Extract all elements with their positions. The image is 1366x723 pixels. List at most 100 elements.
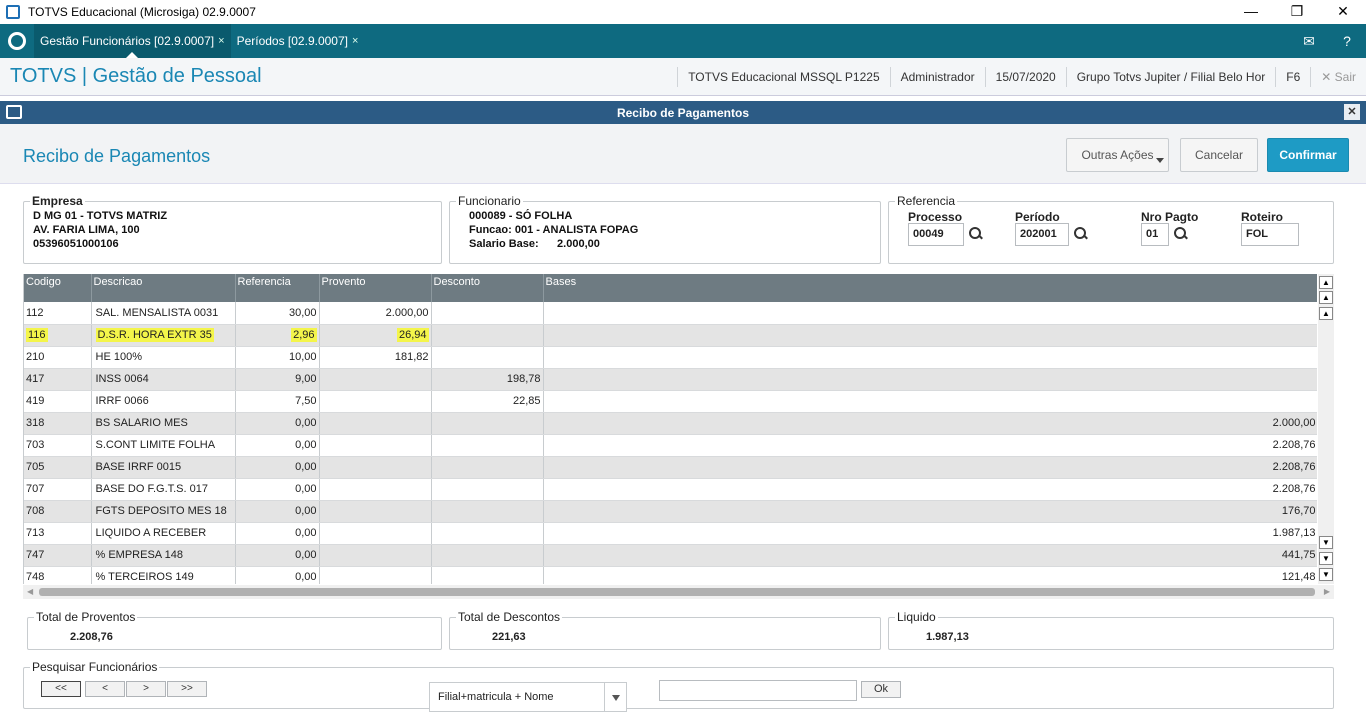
cell-referencia: 10,00	[235, 346, 320, 369]
table-row[interactable]: 713 LIQUIDO A RECEBER 0,00 1.987,13	[24, 522, 1317, 545]
chevron-down-icon[interactable]	[604, 683, 626, 711]
exit-button[interactable]: ✕ Sair	[1310, 67, 1366, 87]
search-input[interactable]	[659, 680, 857, 701]
cell-descricao: SAL. MENSALISTA 0031	[91, 302, 236, 325]
dialog-window-icon	[6, 105, 22, 119]
cell-bases: 1.987,13	[543, 522, 1317, 545]
col-desconto[interactable]: Desconto	[431, 274, 544, 302]
tab-close-icon[interactable]: ×	[352, 35, 358, 47]
col-referencia[interactable]: Referencia	[235, 274, 320, 302]
cell-desconto	[431, 412, 544, 435]
shortcut-f6[interactable]: F6	[1275, 67, 1310, 87]
confirm-button[interactable]: Confirmar	[1267, 138, 1349, 172]
processo-label: Processo	[908, 210, 963, 224]
nropagto-field[interactable]: 01	[1141, 223, 1169, 246]
total-descontos-label: Total de Descontos	[456, 610, 563, 624]
table-row[interactable]: 419 IRRF 0066 7,50 22,85	[24, 390, 1317, 413]
cancel-button[interactable]: Cancelar	[1180, 138, 1258, 172]
cell-codigo: 748	[24, 566, 92, 584]
table-row[interactable]: 417 INSS 0064 9,00 198,78	[24, 368, 1317, 391]
scroll-thumb[interactable]	[39, 588, 1315, 596]
col-bases[interactable]: Bases	[543, 274, 1317, 302]
table-row[interactable]: 112 SAL. MENSALISTA 0031 30,00 2.000,00	[24, 302, 1317, 325]
cell-desconto	[431, 500, 544, 523]
search-order-select[interactable]: Filial+matricula + Nome	[429, 682, 627, 712]
cell-provento	[319, 478, 432, 501]
table-row[interactable]: 747 % EMPRESA 148 0,00 441,75	[24, 544, 1317, 567]
col-codigo[interactable]: Codigo	[24, 274, 92, 302]
cell-codigo: 713	[24, 522, 92, 545]
branch-info: Grupo Totvs Jupiter / Filial Belo Hor	[1065, 67, 1276, 87]
cell-codigo: 112	[24, 302, 92, 325]
cell-codigo: 419	[24, 390, 92, 413]
app-icon	[6, 5, 20, 19]
search-icon[interactable]	[1174, 227, 1188, 241]
scroll-down-icon[interactable]: ▼	[1319, 536, 1333, 549]
scroll-right-icon[interactable]: ▶	[1324, 587, 1330, 596]
payroll-grid[interactable]: Codigo Descricao Referencia Provento Des…	[23, 274, 1317, 584]
scroll-page-up-icon[interactable]: ▲	[1319, 291, 1333, 304]
outras-acoes-button[interactable]: Outras Ações	[1066, 138, 1169, 172]
cell-referencia: 0,00	[235, 434, 320, 457]
chevron-down-icon	[1156, 158, 1164, 163]
last-record-button[interactable]: >>	[167, 681, 207, 697]
scroll-top-icon[interactable]: ▲	[1319, 276, 1333, 289]
table-row[interactable]: 318 BS SALARIO MES 0,00 2.000,00	[24, 412, 1317, 435]
cell-codigo: 705	[24, 456, 92, 479]
cell-desconto	[431, 456, 544, 479]
cell-provento	[319, 456, 432, 479]
scroll-up-icon[interactable]: ▲	[1319, 307, 1333, 320]
search-icon[interactable]	[969, 227, 983, 241]
highlight-descricao: D.S.R. HORA EXTR 35	[95, 328, 214, 342]
processo-field[interactable]: 00049	[908, 223, 964, 246]
col-descricao[interactable]: Descricao	[91, 274, 236, 302]
help-icon[interactable]: ?	[1328, 24, 1366, 58]
scroll-page-down-icon[interactable]: ▼	[1319, 552, 1333, 565]
scroll-bottom-icon[interactable]: ▼	[1319, 568, 1333, 581]
ok-button[interactable]: Ok	[861, 681, 901, 698]
restore-button[interactable]: ❐	[1274, 0, 1320, 24]
table-row[interactable]: 116 D.S.R. HORA EXTR 35 2,96 26,94	[24, 324, 1317, 347]
funcionario-line3: Salario Base: 2.000,00	[469, 238, 600, 250]
next-record-button[interactable]: >	[126, 681, 166, 697]
totvs-logo-icon[interactable]	[0, 24, 34, 58]
mail-icon[interactable]: ✉	[1290, 24, 1328, 58]
cell-descricao: FGTS DEPOSITO MES 18	[91, 500, 236, 523]
grid-horizontal-scrollbar[interactable]: ◀ ▶	[23, 585, 1334, 599]
cell-provento	[319, 368, 432, 391]
periodo-field[interactable]: 202001	[1015, 223, 1069, 246]
cell-desconto	[431, 346, 544, 369]
table-row[interactable]: 708 FGTS DEPOSITO MES 18 0,00 176,70	[24, 500, 1317, 523]
empresa-line1: D MG 01 - TOTVS MATRIZ	[33, 210, 168, 222]
table-row[interactable]: 705 BASE IRRF 0015 0,00 2.208,76	[24, 456, 1317, 479]
window-close-button[interactable]: ✕	[1320, 0, 1366, 24]
user-info: Administrador	[889, 67, 985, 87]
cell-descricao: INSS 0064	[91, 368, 236, 391]
cell-descricao: D.S.R. HORA EXTR 35	[91, 324, 236, 347]
cell-referencia: 2,96	[235, 324, 320, 347]
tab-close-icon[interactable]: ×	[218, 35, 224, 47]
minimize-button[interactable]: —	[1228, 0, 1274, 24]
table-row[interactable]: 707 BASE DO F.G.T.S. 017 0,00 2.208,76	[24, 478, 1317, 501]
funcionario-legend: Funcionario	[456, 194, 523, 208]
col-provento[interactable]: Provento	[319, 274, 432, 302]
dialog-close-button[interactable]: ✕	[1344, 104, 1360, 120]
tab-periodos[interactable]: Períodos [02.9.0007] ×	[231, 24, 365, 58]
cell-referencia: 0,00	[235, 544, 320, 567]
search-icon[interactable]	[1074, 227, 1088, 241]
table-row[interactable]: 210 HE 100% 10,00 181,82	[24, 346, 1317, 369]
prev-record-button[interactable]: <	[85, 681, 125, 697]
grid-vertical-scrollbar[interactable]: ▲ ▲ ▲ ▼ ▼ ▼	[1318, 274, 1334, 584]
total-descontos-group: Total de Descontos 221,63	[449, 610, 881, 650]
funcionario-group: Funcionario 000089 - SÓ FOLHA Funcao: 00…	[449, 194, 881, 264]
empresa-line3: 05396051000106	[33, 238, 119, 250]
table-row[interactable]: 748 % TERCEIROS 149 0,00 121,48	[24, 566, 1317, 584]
first-record-button[interactable]: <<	[41, 681, 81, 697]
table-row[interactable]: 703 S.CONT LIMITE FOLHA 0,00 2.208,76	[24, 434, 1317, 457]
cell-desconto	[431, 434, 544, 457]
scroll-left-icon[interactable]: ◀	[27, 587, 33, 596]
roteiro-field[interactable]: FOL	[1241, 223, 1299, 246]
cell-provento: 2.000,00	[319, 302, 432, 325]
tab-gestao-funcionarios[interactable]: Gestão Funcionários [02.9.0007] ×	[34, 24, 231, 58]
brand-title: TOTVS | Gestão de Pessoal	[10, 65, 262, 87]
